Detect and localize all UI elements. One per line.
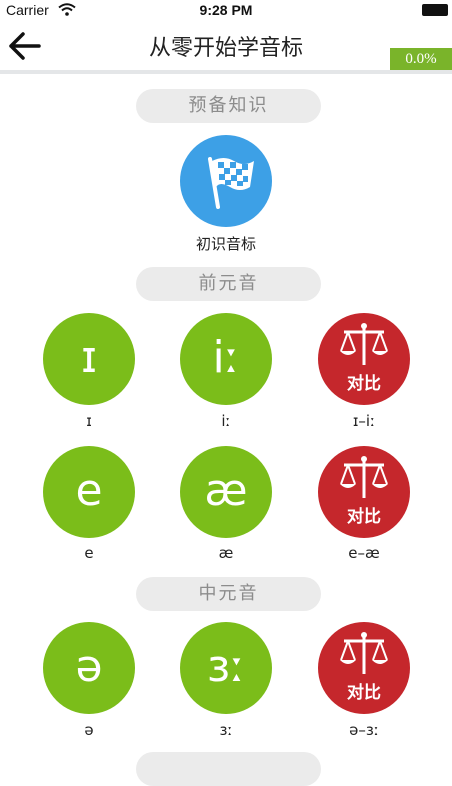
vowel-caption: ɪ [86,412,92,430]
checkered-flag-icon [208,157,254,209]
vowel-button-e[interactable]: e [43,446,135,538]
vowel-caption: iː [221,412,231,430]
vowel-symbol: æ [204,465,248,516]
status-bar: Carrier 9:28 PM [0,0,452,20]
compare-label: 对比 [347,374,381,394]
scale-icon [340,323,388,365]
vowel-symbol: ɜː [206,641,246,692]
vowel-button-long-er[interactable]: ɜː [180,622,272,714]
progress-badge: 0.0% [390,48,452,71]
compare-caption: ɪ–iː [352,412,376,430]
intro-lesson-button[interactable] [180,135,272,227]
vowel-button-short-i[interactable]: ɪ [43,313,135,405]
section-header-central-vowels: 中元音 [136,577,321,611]
compare-label: 对比 [347,683,381,703]
vowel-button-schwa[interactable]: ə [43,622,135,714]
compare-button-i[interactable]: 对比 [318,313,410,405]
header-divider [0,70,452,74]
vowel-symbol: iː [212,332,240,383]
vowel-caption: æ [218,544,234,562]
vowel-button-long-i[interactable]: iː [180,313,272,405]
intro-lesson-caption: 初识音标 [195,235,256,253]
compare-button-schwa-er[interactable]: 对比 [318,622,410,714]
vowel-caption: e [84,544,94,562]
navigation-bar: 从零开始学音标 0.0% [0,20,452,71]
page-title: 从零开始学音标 [148,36,303,61]
compare-label: 对比 [347,507,381,527]
vowel-caption: ɜː [219,721,233,739]
battery-icon [422,4,448,16]
scale-icon [340,632,388,674]
status-time: 9:28 PM [199,2,253,18]
vowel-button-ae[interactable]: æ [180,446,272,538]
vowel-symbol: ə [75,641,103,692]
vowel-caption: ə [84,721,94,739]
section-header-front-vowels: 前元音 [136,267,321,301]
compare-button-e-ae[interactable]: 对比 [318,446,410,538]
section-header-next [136,752,321,786]
section-header-preparation: 预备知识 [136,89,321,123]
vowel-symbol: e [75,465,103,516]
vowel-symbol: ɪ [80,332,98,383]
compare-caption: e–æ [348,544,380,562]
compare-caption: ə–ɜː [349,721,379,739]
scale-icon [340,456,388,498]
